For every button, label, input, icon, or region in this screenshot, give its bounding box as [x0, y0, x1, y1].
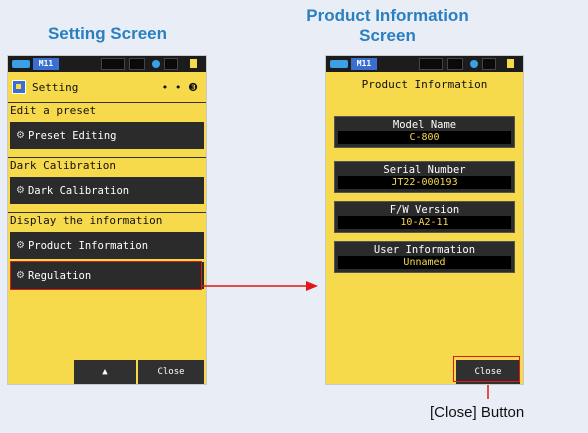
- setting-icon: [12, 80, 26, 94]
- menu-item-dark-calibration[interactable]: ⚙ Dark Calibration: [10, 177, 204, 204]
- gear-icon: ⚙: [16, 240, 25, 251]
- close-button[interactable]: Close: [138, 360, 204, 384]
- section-edit-preset: Edit a preset: [8, 102, 206, 119]
- user-information-field: User Information Unnamed: [334, 241, 515, 273]
- menu-item-preset-editing[interactable]: ⚙ Preset Editing: [10, 122, 204, 149]
- field-label: Serial Number: [383, 164, 466, 176]
- product-info-screen: M11 Product Information Model Name C-800…: [325, 55, 524, 385]
- setting-title-row: Setting • • ❸: [8, 76, 206, 98]
- menu-item-label: Dark Calibration: [27, 184, 130, 197]
- product-info-caption-line2: Screen: [359, 26, 416, 45]
- model-name-field: Model Name C-800: [334, 116, 515, 148]
- field-value: JT22-000193: [338, 176, 511, 189]
- battery-icon: [330, 60, 348, 68]
- status-block-2: [447, 58, 463, 70]
- memory-indicator: M11: [33, 58, 59, 70]
- setting-screen: M11 Setting • • ❸ Edit a preset ⚙ Preset…: [7, 55, 207, 385]
- menu-item-label: Product Information: [27, 239, 149, 252]
- serial-number-field: Serial Number JT22-000193: [334, 161, 515, 193]
- field-label: Model Name: [392, 119, 457, 131]
- menu-item-regulation[interactable]: ⚙ Regulation: [10, 262, 204, 289]
- field-value: C-800: [338, 131, 511, 144]
- status-dot-icon: [152, 60, 160, 68]
- field-value: Unnamed: [338, 256, 511, 269]
- gear-icon: ⚙: [16, 185, 25, 196]
- bottom-button-bar: Close: [326, 360, 523, 384]
- bottom-button-bar: ▲ Close: [8, 360, 206, 384]
- close-button[interactable]: Close: [456, 360, 520, 384]
- menu-item-product-information[interactable]: ⚙ Product Information: [10, 232, 204, 259]
- setting-title: Setting: [32, 80, 79, 94]
- gear-icon: ⚙: [16, 130, 25, 141]
- status-bar: M11: [8, 56, 206, 72]
- close-button-callout: [Close] Button: [430, 404, 525, 421]
- page-indicator: • • ❸: [161, 80, 198, 94]
- section-display-information: Display the information: [8, 212, 206, 229]
- fw-version-field: F/W Version 10-A2-11: [334, 201, 515, 233]
- lock-icon: [507, 59, 514, 68]
- status-block-2: [129, 58, 145, 70]
- field-label: User Information: [373, 244, 476, 256]
- field-value: 10-A2-11: [338, 216, 511, 229]
- status-bar: M11: [326, 56, 523, 72]
- status-block-1: [101, 58, 125, 70]
- status-block-3: [164, 58, 178, 70]
- lock-icon: [190, 59, 197, 68]
- menu-item-label: Regulation: [27, 269, 92, 282]
- memory-indicator: M11: [351, 58, 377, 70]
- gear-icon: ⚙: [16, 270, 25, 281]
- product-info-title: Product Information: [361, 78, 488, 91]
- field-label: F/W Version: [389, 204, 460, 216]
- section-dark-calibration: Dark Calibration: [8, 157, 206, 174]
- menu-item-label: Preset Editing: [27, 129, 117, 142]
- product-info-caption-line1: Product Information: [306, 6, 469, 25]
- scroll-up-button[interactable]: ▲: [74, 360, 136, 384]
- setting-screen-caption: Setting Screen: [47, 24, 168, 43]
- status-block-3: [482, 58, 496, 70]
- status-dot-icon: [470, 60, 478, 68]
- status-block-1: [419, 58, 443, 70]
- battery-icon: [12, 60, 30, 68]
